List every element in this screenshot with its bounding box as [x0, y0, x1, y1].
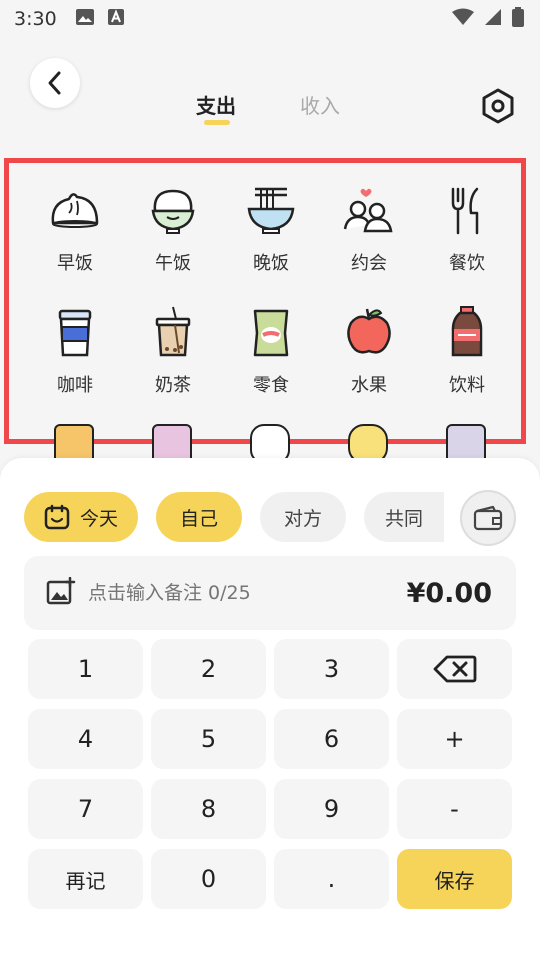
- rice-bowl-icon: [151, 189, 195, 234]
- key-1[interactable]: 1: [28, 639, 143, 699]
- payer-chip-self[interactable]: 自己: [156, 492, 242, 542]
- settings-button[interactable]: [478, 86, 518, 126]
- snack-bag-icon: [253, 309, 289, 357]
- date-chip-today[interactable]: 今天: [24, 492, 138, 542]
- category-label: 晚饭: [253, 253, 289, 274]
- category-fruit[interactable]: 水果: [321, 305, 417, 397]
- header: 支出 收入: [0, 56, 540, 126]
- backspace-button[interactable]: [397, 639, 512, 699]
- chevron-left-icon: [48, 71, 61, 95]
- noodle-bowl-icon: [247, 187, 295, 234]
- category-label: 早饭: [57, 253, 93, 274]
- key-minus[interactable]: -: [397, 779, 512, 839]
- milk-tea-icon: [155, 306, 191, 357]
- fork-knife-icon: [451, 187, 479, 235]
- category-drinks[interactable]: 饮料: [419, 305, 515, 397]
- key-7[interactable]: 7: [28, 779, 143, 839]
- category-label: 零食: [253, 375, 289, 396]
- category-date[interactable]: 约会: [321, 183, 417, 275]
- key-2[interactable]: 2: [151, 639, 266, 699]
- note-row: ¥0.00: [24, 556, 516, 630]
- category-label: 约会: [351, 253, 387, 274]
- signal-icon: [484, 8, 502, 31]
- category-label: 奶茶: [155, 375, 191, 396]
- tab-expense[interactable]: 支出: [196, 90, 236, 119]
- note-input[interactable]: [88, 582, 407, 604]
- payer-chip-joint[interactable]: 共同: [364, 492, 444, 542]
- category-label: 餐饮: [449, 253, 485, 274]
- status-bar: 3:30: [0, 0, 540, 38]
- key-6[interactable]: 6: [274, 709, 389, 769]
- category-coffee[interactable]: 咖啡: [27, 305, 123, 397]
- wifi-icon: [452, 8, 474, 31]
- payer-chip-other[interactable]: 对方: [260, 492, 346, 542]
- category-label: 饮料: [449, 375, 485, 396]
- apple-icon: [347, 308, 391, 354]
- account-button[interactable]: [460, 490, 516, 546]
- couple-icon: [343, 188, 393, 233]
- category-breakfast[interactable]: 早饭: [27, 183, 123, 275]
- category-snacks[interactable]: 零食: [223, 305, 319, 397]
- key-0[interactable]: 0: [151, 849, 266, 909]
- key-9[interactable]: 9: [274, 779, 389, 839]
- back-button[interactable]: [30, 58, 80, 108]
- battery-icon: [512, 6, 524, 32]
- category-dining[interactable]: 餐饮: [419, 183, 515, 275]
- key-3[interactable]: 3: [274, 639, 389, 699]
- category-label: 咖啡: [57, 375, 93, 396]
- key-5[interactable]: 5: [151, 709, 266, 769]
- entry-panel: 今天 自己 对方 共同 ¥0.00 1 2 3 4 5 6 + 7 8 9 - …: [0, 458, 540, 960]
- category-grid: 早饭 午饭 晚饭 约会 餐饮 咖啡 奶茶 零食 水果 饮料: [4, 158, 526, 444]
- key-4[interactable]: 4: [28, 709, 143, 769]
- font-notification-icon: [107, 8, 125, 31]
- active-tab-indicator: [204, 120, 230, 125]
- category-label: 水果: [351, 375, 387, 396]
- coffee-cup-icon: [58, 309, 92, 357]
- key-dot[interactable]: .: [274, 849, 389, 909]
- cola-bottle-icon: [451, 306, 483, 357]
- tab-income[interactable]: 收入: [300, 90, 340, 119]
- key-8[interactable]: 8: [151, 779, 266, 839]
- amount-display: ¥0.00: [406, 577, 492, 609]
- key-plus[interactable]: +: [397, 709, 512, 769]
- backspace-icon: [433, 655, 476, 683]
- add-image-icon[interactable]: [46, 576, 76, 609]
- category-dinner[interactable]: 晚饭: [223, 183, 319, 275]
- wallet-icon: [473, 505, 503, 531]
- steamed-bun-icon: [51, 193, 99, 228]
- hexagon-settings-icon: [482, 88, 514, 124]
- save-button[interactable]: 保存: [397, 849, 512, 909]
- category-lunch[interactable]: 午饭: [125, 183, 221, 275]
- image-notification-icon: [75, 8, 95, 31]
- category-label: 午饭: [155, 253, 191, 274]
- category-milk-tea[interactable]: 奶茶: [125, 305, 221, 397]
- status-time: 3:30: [14, 8, 57, 30]
- calendar-icon: [44, 504, 70, 530]
- date-chip-label: 今天: [79, 507, 118, 530]
- record-again-button[interactable]: 再记: [28, 849, 143, 909]
